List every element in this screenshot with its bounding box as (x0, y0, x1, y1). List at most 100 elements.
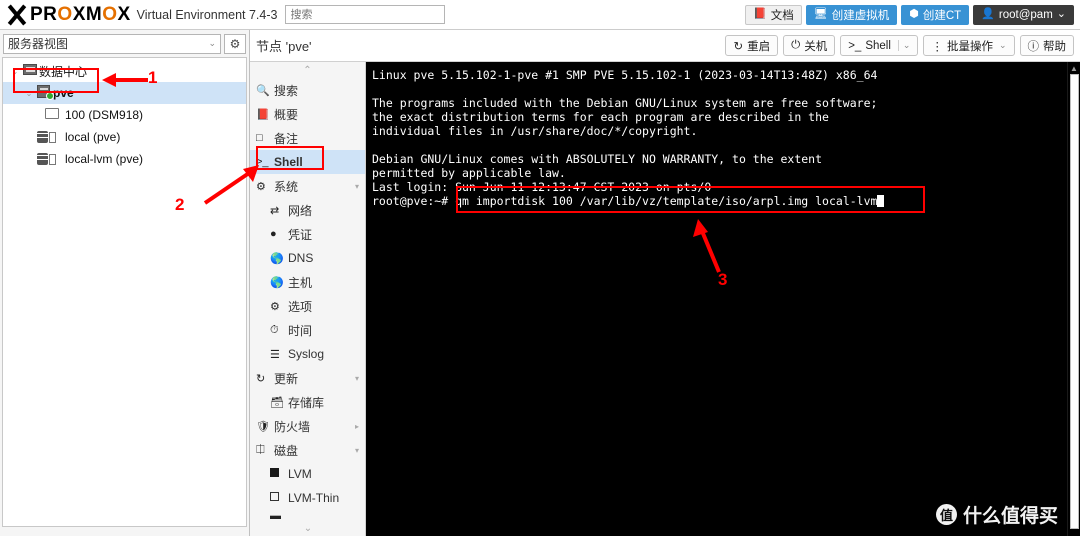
nav-item-firewall[interactable]: 🛡 防火墙 ▸ (250, 414, 365, 438)
help-label: 帮助 (1043, 40, 1066, 53)
tree-node-label: local-lvm (pve) (65, 152, 144, 166)
brand-part-last: X (117, 3, 131, 25)
documentation-button[interactable]: 📕 文档 (745, 4, 802, 25)
certificate-icon: ● (270, 228, 277, 240)
hosts-globe-icon: 🌎 (270, 276, 284, 289)
nav-item-syslog[interactable]: ☰ Syslog (250, 342, 365, 366)
shell-button[interactable]: >_ Shell ⌄ (840, 35, 919, 56)
bulk-actions-label: 批量操作 (946, 40, 993, 53)
shell-label: Shell (865, 39, 891, 52)
user-icon: 👤 (981, 8, 995, 20)
tree-node-storage-local-lvm[interactable]: local-lvm (pve) (3, 148, 246, 170)
shell-terminal[interactable]: Linux pve 5.15.102-1-pve #1 SMP PVE 5.15… (366, 62, 1080, 536)
nav-item-label: 主机 (288, 275, 313, 290)
dns-globe-icon: 🌎 (270, 252, 284, 265)
nav-item-certificates[interactable]: ● 凭证 (250, 222, 365, 246)
chevron-down-icon: ⌄ (1056, 8, 1066, 20)
tree-node-datacenter[interactable]: ⌄ 数据中心 (3, 60, 246, 82)
book-icon: 📕 (753, 8, 767, 20)
monitor-icon: 🖥 (813, 8, 828, 20)
gear-icon: ⚙ (229, 36, 241, 51)
nav-item-label: Syslog (288, 347, 325, 361)
nav-item-label: 更新 (274, 371, 299, 386)
terminal-line-last-login: Last login: Sun Jun 11 12:13:47 CST 2023… (372, 180, 712, 194)
twisty-icon[interactable]: ⌄ (9, 67, 21, 76)
nav-item-lvm[interactable]: LVM (250, 462, 365, 486)
nav-scroll-up-button[interactable]: ⌃ (250, 62, 365, 78)
notes-icon: □ (256, 132, 263, 144)
global-search-input[interactable] (285, 5, 446, 24)
brand-part-mid: XM (72, 3, 103, 25)
chevron-down-icon[interactable]: ⌄ (897, 40, 910, 51)
chevron-down-icon[interactable]: ⌄ (999, 40, 1007, 51)
terminal-cursor (877, 195, 885, 207)
nav-item-search[interactable]: 🔍 搜索 (250, 78, 365, 102)
scroll-up-arrow-icon[interactable]: ▲ (1068, 62, 1080, 74)
shell-icon: >_ (848, 39, 862, 52)
datacenter-icon (21, 64, 39, 78)
proxmox-web-ui: PROXMOX Virtual Environment 7.4-3 📕 文档 🖥… (0, 0, 1080, 536)
nav-item-updates[interactable]: ↻ 更新 ▾ (250, 366, 365, 390)
nav-item-hosts[interactable]: 🌎 主机 (250, 270, 365, 294)
nav-scroll-down-button[interactable]: ⌄ (250, 520, 365, 536)
nav-item-shell[interactable]: >_ Shell (250, 150, 365, 174)
nav-item-summary[interactable]: 📕 概要 (250, 102, 365, 126)
header-actions: 📕 文档 🖥 创建虚拟机 ⬢ 创建CT 👤 root@pam ⌄ (745, 4, 1080, 25)
nav-item-options[interactable]: ⚙ 选项 (250, 294, 365, 318)
repository-icon: 🗃 (270, 396, 284, 409)
view-mode-select[interactable]: 服务器视图 ⌄ (3, 33, 221, 54)
nav-item-system[interactable]: ⚙ 系统 ▾ (250, 174, 365, 198)
restart-button[interactable]: ↻ 重启 (725, 35, 779, 56)
kebab-icon: ⋮ (931, 40, 943, 53)
tree-node-label: pve (53, 86, 74, 100)
chevron-down-icon[interactable]: ▾ (355, 446, 359, 455)
scrollbar-thumb[interactable] (1070, 74, 1079, 529)
lvm-thin-icon (270, 492, 288, 504)
cube-icon: ⬢ (909, 8, 919, 20)
terminal-line-warranty-2: permitted by applicable law. (372, 166, 566, 180)
nav-item-notes[interactable]: □ 备注 (250, 126, 365, 150)
nav-item-dns[interactable]: 🌎 DNS (250, 246, 365, 270)
lvm-filled-icon (270, 468, 288, 480)
brand-part-o1: O (57, 3, 73, 25)
chevron-down-icon[interactable]: ▾ (355, 182, 359, 191)
product-version-label: Virtual Environment 7.4-3 (136, 7, 278, 22)
nav-item-label: 网络 (288, 203, 313, 218)
terminal-prompt: root@pve:~# (372, 194, 456, 208)
tree-node-vm-100[interactable]: 100 (DSM918) (3, 104, 246, 126)
create-vm-button[interactable]: 🖥 创建虚拟机 (805, 4, 898, 25)
nav-item-label: 凭证 (288, 227, 313, 242)
create-ct-button[interactable]: ⬢ 创建CT (901, 4, 970, 25)
tree-node-pve[interactable]: ⌄ pve (3, 82, 246, 104)
tree-settings-button[interactable]: ⚙ (224, 33, 246, 54)
nav-item-label: DNS (288, 251, 314, 265)
terminal-line-programs-2: the exact distribution terms for each pr… (372, 110, 829, 124)
nav-item-network[interactable]: ⇄ 网络 (250, 198, 365, 222)
nav-item-label: 系统 (274, 179, 299, 194)
user-menu-button[interactable]: 👤 root@pam ⌄ (973, 4, 1074, 25)
chevron-right-icon[interactable]: ▸ (355, 422, 359, 431)
view-mode-label: 服务器视图 (8, 37, 69, 51)
help-button[interactable]: ⓘ 帮助 (1019, 35, 1074, 56)
tree-node-label: 数据中心 (39, 64, 88, 79)
node-toolbar: ↻ 重启 ⏻ 关机 >_ Shell ⌄ ⋮ 批量操作 ⌄ ⓘ 帮助 (725, 35, 1074, 56)
terminal-scrollbar[interactable]: ▲ (1067, 62, 1080, 536)
tree-node-storage-local[interactable]: local (pve) (3, 126, 246, 148)
restart-label: 重启 (747, 40, 771, 53)
nav-item-repositories[interactable]: 🗃 存储库 (250, 390, 365, 414)
twisty-icon[interactable]: ⌄ (23, 89, 35, 98)
bulk-actions-button[interactable]: ⋮ 批量操作 ⌄ (923, 35, 1015, 56)
chevron-down-icon[interactable]: ▾ (355, 374, 359, 383)
node-nav-menu: ⌃ 🔍 搜索 📕 概要 □ 备注 >_ Shell ⚙ 系统 ▾ ⇄ 网络 ● … (250, 62, 366, 536)
nav-item-disks[interactable]: ⎅ 磁盘 ▾ (250, 438, 365, 462)
nav-item-time[interactable]: ⏱ 时间 (250, 318, 365, 342)
nav-item-label: LVM-Thin (288, 491, 340, 505)
nav-item-label: 搜索 (274, 83, 299, 98)
resource-tree: ⌄ 数据中心 ⌄ pve 100 (DSM918) local (pve) lo… (2, 57, 247, 527)
watermark-text: 什么值得买 (962, 506, 1058, 527)
brand-part-1: PR (30, 3, 58, 25)
nav-item-label: 备注 (274, 131, 299, 146)
clock-icon: ⏱ (270, 323, 279, 336)
nav-item-lvm-thin[interactable]: LVM-Thin (250, 486, 365, 510)
shutdown-button[interactable]: ⏻ 关机 (783, 35, 836, 56)
